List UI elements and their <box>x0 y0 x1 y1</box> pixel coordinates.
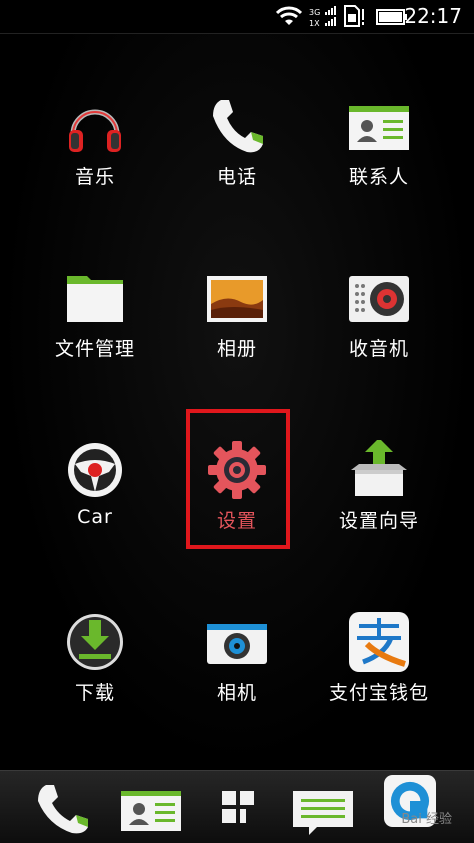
radio-icon <box>349 276 409 322</box>
app-contacts[interactable]: 联系人 <box>300 96 458 216</box>
app-label: 收音机 <box>348 338 409 360</box>
app-grid-icon[interactable] <box>208 783 268 835</box>
battery-icon <box>376 9 407 25</box>
app-label: 相机 <box>216 682 257 704</box>
folder-icon <box>67 276 123 322</box>
app-label: 音乐 <box>74 166 115 188</box>
messages-icon[interactable] <box>293 783 353 835</box>
app-label: 文件管理 <box>54 338 135 360</box>
contacts-card-icon <box>349 106 409 150</box>
phone-icon[interactable] <box>34 783 94 835</box>
app-setup-wizard[interactable]: 设置向导 <box>300 440 458 560</box>
selection-highlight-box <box>186 409 290 549</box>
clock: 22:17 <box>404 4 462 28</box>
app-label: 相册 <box>216 338 257 360</box>
sim-icon <box>344 5 364 27</box>
app-alipay[interactable]: 支付宝钱包 <box>300 612 458 732</box>
svg-text:1X: 1X <box>309 19 320 28</box>
phone-icon <box>213 100 263 153</box>
app-file-manager[interactable]: 文件管理 <box>16 268 174 388</box>
app-label: Car <box>77 506 113 528</box>
download-icon <box>67 614 123 670</box>
steering-wheel-icon <box>68 443 122 497</box>
app-label: 联系人 <box>348 166 409 188</box>
app-label: 支付宝钱包 <box>328 682 429 704</box>
contacts-card-icon[interactable] <box>121 783 181 835</box>
app-label: 下载 <box>74 682 115 704</box>
app-gallery[interactable]: 相册 <box>158 268 316 388</box>
app-music[interactable]: 音乐 <box>16 96 174 216</box>
app-phone[interactable]: 电话 <box>158 96 316 216</box>
app-radio[interactable]: 收音机 <box>300 268 458 388</box>
camera-icon <box>207 624 267 664</box>
alipay-icon <box>349 612 409 672</box>
app-download[interactable]: 下载 <box>16 612 174 732</box>
gallery-icon <box>207 276 267 322</box>
svg-text:3G: 3G <box>309 8 320 17</box>
wifi-icon <box>276 6 302 25</box>
watermark: Bai 经验 <box>401 812 452 827</box>
app-label: 电话 <box>216 166 257 188</box>
setup-box-icon <box>351 440 407 496</box>
app-label: 设置向导 <box>338 510 419 532</box>
signal-icon: 3G 1X <box>309 6 336 28</box>
status-bar: 3G 1X 22:17 <box>0 0 474 34</box>
dock-bar <box>0 770 474 843</box>
app-camera[interactable]: 相机 <box>158 612 316 732</box>
headphones-icon <box>69 109 121 152</box>
app-car[interactable]: Car <box>16 440 174 560</box>
